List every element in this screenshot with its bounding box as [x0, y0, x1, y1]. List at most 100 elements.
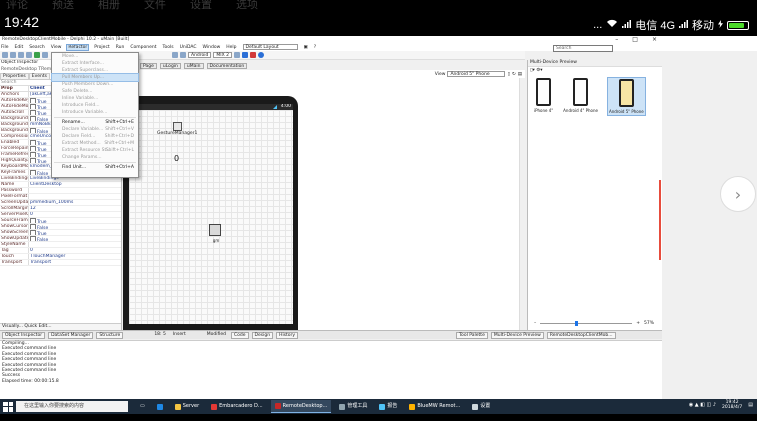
windows-start-icon[interactable] — [3, 401, 13, 412]
refactor-menu-item[interactable]: Move... — [52, 53, 138, 60]
zoom-track[interactable] — [540, 320, 633, 326]
preview-device-android5[interactable]: Android 5" Phone — [606, 77, 646, 116]
zoom-knob[interactable] — [575, 320, 579, 326]
property-value[interactable] — [28, 194, 121, 199]
deploy-icon[interactable] — [234, 52, 240, 58]
property-value[interactable]: TTouchManager — [28, 254, 121, 259]
taskbar-app-settings[interactable]: 设置 — [468, 400, 494, 413]
property-value[interactable]: 12 — [28, 206, 121, 211]
stop-icon[interactable] — [172, 52, 178, 58]
menu-window[interactable]: Window — [203, 45, 221, 50]
menu-search[interactable]: Search — [29, 45, 44, 50]
refactor-menu-item[interactable]: Safe Delete... — [52, 88, 138, 95]
counter-label[interactable]: 0 — [174, 154, 179, 163]
tab-events[interactable]: Events — [28, 73, 50, 79]
menu-run[interactable]: Run — [116, 45, 125, 50]
taskbar-app-remotedesktop[interactable]: RemoteDesktop... — [270, 400, 332, 413]
preview-device-android4[interactable]: Android 4" Phone — [563, 78, 598, 115]
property-value[interactable]: False — [28, 236, 121, 241]
menu-edit[interactable]: Edit — [15, 45, 24, 50]
view-device-select[interactable]: Android 5" Phone — [447, 71, 506, 77]
tab-project[interactable]: RemoteDesktopClientMob... — [546, 331, 616, 339]
platform-select[interactable]: Android — [188, 52, 212, 58]
refactor-menu-item[interactable]: Rename... Shift+Ctrl+E — [52, 119, 138, 126]
menu-file[interactable]: File — [1, 45, 9, 50]
menu-refactor[interactable]: Refactor — [66, 43, 90, 51]
tab-multi-device-preview[interactable]: Multi-Device Preview — [490, 331, 544, 339]
refactor-menu-item[interactable]: Find Unit... Shift+Ctrl+A — [52, 164, 138, 171]
zoom-out-icon[interactable]: – — [534, 321, 536, 326]
step-icon[interactable] — [180, 52, 186, 58]
refactor-menu-item[interactable]: Pull Members Up... — [51, 73, 139, 82]
tray-icons[interactable]: ◉ ▲ ◧ ◫ ♪ — [689, 402, 716, 408]
new-file-icon[interactable] — [2, 52, 8, 58]
save-icon[interactable] — [18, 52, 24, 58]
taskbar-app-report[interactable]: 报告 — [375, 400, 401, 413]
taskbar-clock[interactable]: 19:42 2018/4/7 — [722, 400, 742, 410]
masked-icon[interactable]: ▤ — [518, 72, 522, 77]
remove-icon[interactable] — [250, 52, 256, 58]
tab-ulogin[interactable]: uLogin — [159, 63, 181, 69]
save-all-icon[interactable] — [26, 52, 32, 58]
tab-object-inspector[interactable]: Object Inspector — [2, 331, 46, 339]
property-value[interactable] — [28, 188, 121, 193]
refactor-menu-item[interactable]: Extract Interface... — [52, 60, 138, 67]
device-set-icon[interactable]: ▯▾ — [530, 68, 535, 73]
maximize-button[interactable]: □ — [632, 36, 638, 43]
refactor-menu-item[interactable]: Inline Variable... — [52, 95, 138, 102]
settings-icon[interactable]: ⚙▾ — [536, 68, 542, 73]
object-inspector-footer[interactable]: Visually... Quick Edit... — [0, 323, 121, 330]
property-value[interactable]: Transport — [28, 260, 121, 265]
tab-documentation[interactable]: Documentation — [206, 63, 248, 69]
open-file-icon[interactable] — [10, 52, 16, 58]
menu-component[interactable]: Component — [130, 45, 156, 50]
tab-umain[interactable]: uMain — [183, 63, 204, 69]
refactor-menu-item[interactable]: Push Members Down... — [52, 81, 138, 88]
refactor-menu-item[interactable]: Introduce Field... — [52, 102, 138, 109]
minimize-button[interactable]: – — [615, 36, 618, 43]
edge-icon[interactable] — [153, 400, 167, 413]
refactor-menu-item[interactable]: Introduce Variable... — [52, 109, 138, 116]
property-value[interactable]: 0 — [28, 212, 121, 217]
property-value[interactable]: ClientDesktop — [28, 182, 121, 187]
notification-icon[interactable]: ▤ — [748, 402, 753, 408]
tab-dataset-manager[interactable]: DataSet Manager — [48, 331, 94, 339]
rotate-icon[interactable]: ↻ — [512, 72, 516, 77]
zoom-in-icon[interactable]: + — [636, 321, 640, 326]
layout-save-icon[interactable]: ▣ — [304, 45, 308, 50]
property-value[interactable]: False — [28, 224, 121, 229]
preview-device-iphone[interactable]: iPhone 4" — [534, 78, 553, 115]
menu-tools[interactable]: Tools — [162, 45, 173, 50]
refactor-menu-item[interactable]: Declare Variable... Shift+Ctrl+V — [52, 126, 138, 133]
tab-history[interactable]: History — [276, 331, 299, 339]
refactor-menu-item[interactable]: Extract Resource St... Shift+Ctrl+L — [52, 147, 138, 154]
taskbar-app-admin-tools[interactable]: 管理工具 — [335, 400, 371, 413]
tab-properties[interactable]: Properties — [0, 73, 29, 79]
layout-select[interactable]: Default Layout — [242, 44, 298, 50]
help-circle-icon[interactable] — [258, 52, 264, 58]
tab-design[interactable]: Design — [251, 331, 274, 339]
gm-component-icon[interactable] — [209, 224, 221, 236]
refactor-menu-item[interactable]: Change Params... — [52, 154, 138, 161]
property-row[interactable]: Transport Transport — [0, 260, 121, 266]
refactor-menu-item[interactable]: Extract Superclass... — [52, 67, 138, 74]
property-value[interactable]: True — [28, 218, 121, 223]
taskbar-app-bluemw[interactable]: BlueMW Remot... — [405, 400, 464, 413]
gesture-manager-component[interactable]: GestureManager1 — [157, 122, 197, 136]
close-button[interactable]: × — [652, 36, 657, 43]
property-value[interactable]: True — [28, 230, 121, 235]
designer-scrollbar[interactable] — [519, 78, 525, 330]
tab-tool-palette[interactable]: Tool Palette — [456, 331, 488, 339]
property-value[interactable] — [28, 242, 121, 247]
zoom-slider[interactable]: – + 57% — [534, 320, 654, 326]
pause-icon[interactable] — [42, 52, 48, 58]
property-value[interactable]: 0 — [28, 248, 121, 253]
menu-unidac[interactable]: UniDAC — [180, 45, 197, 50]
taskbar-app-embarcadero[interactable]: Embarcadero D... — [207, 400, 267, 413]
add-icon[interactable] — [242, 52, 248, 58]
ide-search-input[interactable]: Search — [553, 45, 613, 52]
run-icon[interactable] — [34, 52, 40, 58]
tab-code[interactable]: Code — [230, 331, 249, 339]
orientation-icon[interactable]: ▯ — [507, 72, 509, 77]
refactor-menu-item[interactable]: Declare Field... Shift+Ctrl+D — [52, 133, 138, 140]
